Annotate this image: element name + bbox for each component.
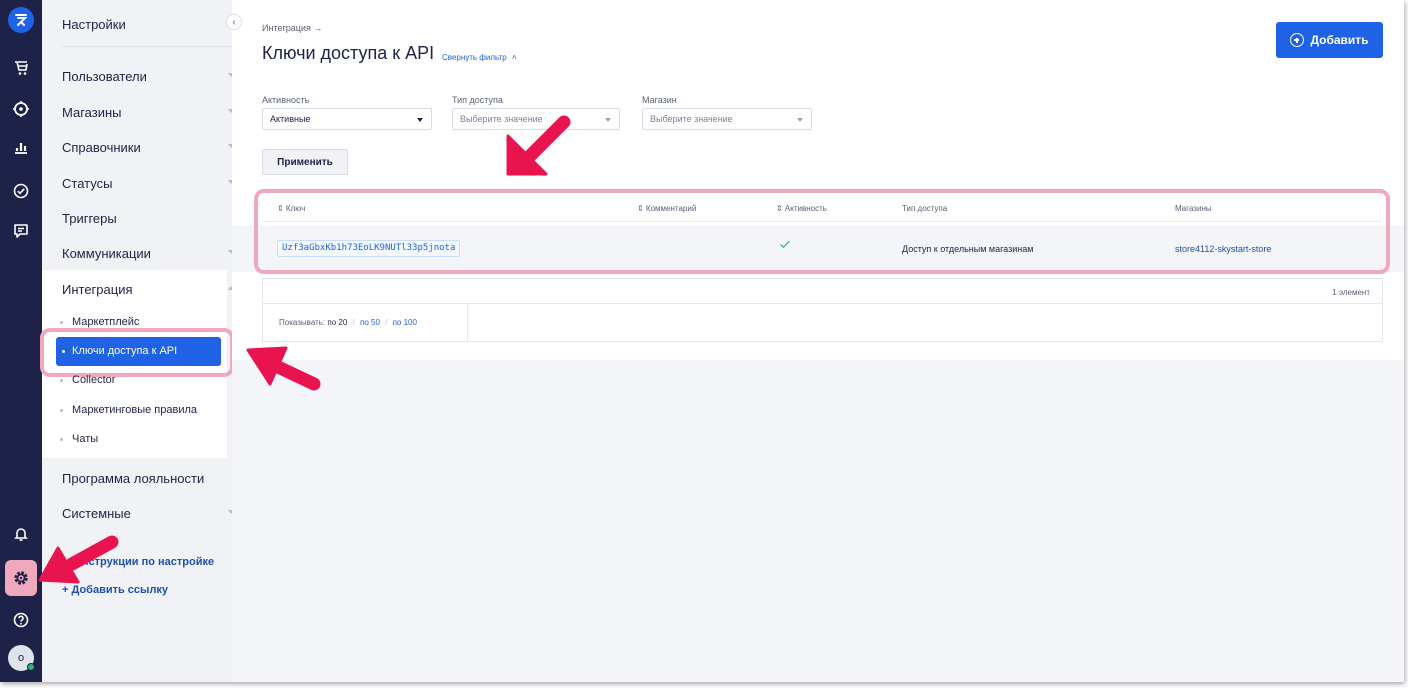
separator: / [385, 318, 388, 327]
sidebar-item-system[interactable]: Системные [62, 506, 234, 521]
sidebar-item-triggers[interactable]: Триггеры [62, 211, 222, 226]
add-button[interactable]: Добавить [1276, 22, 1383, 58]
apply-button[interactable]: Применить [262, 149, 348, 175]
check-circle-icon[interactable] [0, 174, 42, 208]
page-title: Ключи доступа к API [262, 43, 435, 63]
caret-down-icon [417, 118, 423, 122]
store-filter-label: Магазин [642, 95, 677, 105]
item-count: 1 элемент [1332, 288, 1370, 297]
collapse-filter-link[interactable]: Свернуть фильтр ˄ [442, 53, 517, 62]
activity-select[interactable]: Активные [262, 108, 432, 130]
separator: / [352, 318, 355, 327]
sidebar-item-references[interactable]: Справочники [62, 140, 234, 155]
annotation-arrow-sidebar [246, 346, 321, 391]
page-size-50[interactable]: по 50 [360, 318, 380, 327]
annotation-arrow-gear [38, 535, 119, 584]
table-footer: 1 элемент Показывать: по 20 / по 50 / по… [262, 278, 1383, 342]
sidebar-item-integration[interactable]: Интеграция [62, 282, 234, 297]
sidebar-sub-marketplace[interactable]: Маркетплейс [59, 316, 139, 328]
sidebar-divider [62, 46, 248, 47]
activity-select-value: Активные [270, 114, 311, 124]
logo-icon[interactable] [8, 7, 34, 33]
access-type-filter-label: Тип доступа [452, 95, 503, 105]
sidebar-item-label: Триггеры [62, 211, 117, 226]
sidebar-item-label: Интеграция [62, 282, 133, 297]
plus-circle-icon [1290, 33, 1305, 47]
annotation-arrow-table [506, 115, 571, 176]
chevron-up-icon: ˄ [511, 53, 517, 62]
analytics-icon[interactable] [0, 130, 42, 164]
collapse-sidebar-button[interactable]: ‹ [226, 14, 242, 30]
cart-icon[interactable] [0, 51, 42, 85]
sidebar-sub-chats[interactable]: Чаты [59, 433, 98, 445]
sidebar-item-users[interactable]: Пользователи [62, 69, 234, 84]
help-icon[interactable] [0, 603, 42, 637]
annotation-highlight-sidebar [40, 328, 234, 377]
app-window: о Настройки ‹ Пользователи Магазины Спра… [0, 0, 1404, 682]
sidebar-item-label: Системные [62, 506, 131, 521]
page-size-100[interactable]: по 100 [393, 318, 417, 327]
caret-down-icon [605, 118, 611, 122]
chevron-left-icon: ‹ [232, 16, 236, 28]
sidebar-item-statuses[interactable]: Статусы [62, 176, 234, 191]
annotation-highlight-table [254, 189, 1390, 274]
activity-filter-label: Активность [262, 95, 310, 105]
sidebar-item-loyalty[interactable]: Программа лояльности [62, 471, 222, 486]
sidebar-sub-marketing-rules[interactable]: Маркетинговые правила [60, 404, 197, 416]
main-content: Интеграция → Ключи доступа к API Свернут… [232, 0, 1404, 682]
sidebar-sub-collector[interactable]: Collector [59, 374, 115, 386]
store-select[interactable]: Выберите значение [642, 108, 812, 130]
sidebar-item-stores[interactable]: Магазины [62, 105, 234, 120]
sidebar-item-communications[interactable]: Коммуникации [62, 246, 234, 261]
online-status-dot [27, 663, 35, 671]
avatar-letter: о [17, 652, 25, 664]
sidebar-item-label: Статусы [62, 176, 113, 191]
sidebar-item-label: Коммуникации [62, 246, 151, 261]
sidebar-item-label: Справочники [62, 140, 141, 155]
caret-down-icon [797, 118, 803, 122]
content-card: Интеграция → Ключи доступа к API Свернут… [232, 0, 1404, 360]
store-placeholder: Выберите значение [650, 114, 733, 124]
breadcrumb[interactable]: Интеграция → [262, 23, 322, 33]
add-button-label: Добавить [1310, 33, 1369, 47]
target-icon[interactable] [0, 92, 42, 126]
sidebar-title: Настройки [62, 17, 126, 32]
sidebar-item-label: Магазины [62, 105, 122, 120]
sidebar-item-label: Пользователи [62, 69, 147, 84]
chat-icon[interactable] [0, 214, 42, 248]
collapse-filter-label: Свернуть фильтр [442, 53, 507, 62]
sidebar-item-label: Программа лояльности [62, 471, 205, 486]
page-size-label: Показывать: [279, 318, 326, 327]
page-size-20[interactable]: по 20 [327, 318, 347, 327]
avatar[interactable]: о [8, 645, 35, 671]
